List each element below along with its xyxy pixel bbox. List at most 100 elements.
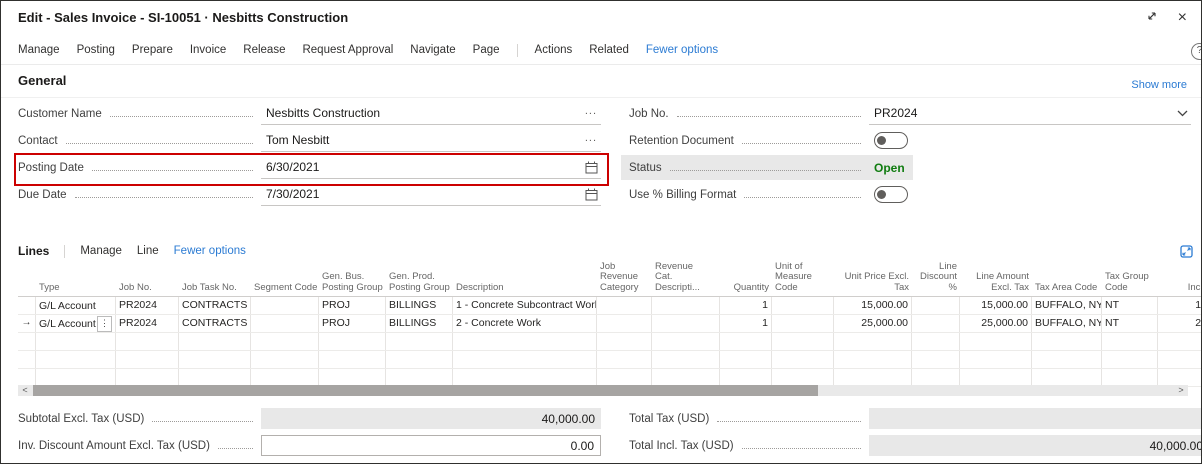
table-cell[interactable]: 1 xyxy=(720,315,772,332)
show-more-link[interactable]: Show more xyxy=(1131,79,1187,91)
table-cell[interactable]: G/L Account⋮ xyxy=(36,315,116,332)
table-cell[interactable] xyxy=(386,351,453,368)
table-cell[interactable] xyxy=(1032,369,1102,386)
total-inv-discount-amount-excl-tax-usd[interactable]: 0.00 xyxy=(261,435,601,456)
table-cell[interactable] xyxy=(912,351,960,368)
table-cell[interactable] xyxy=(720,351,772,368)
table-cell[interactable]: PR2024 xyxy=(116,297,179,314)
table-cell[interactable]: PROJ xyxy=(319,315,386,332)
column-header-tax-area-code[interactable]: Tax Area Code xyxy=(1032,261,1102,296)
menu-item-page[interactable]: Page xyxy=(473,44,500,56)
table-cell[interactable] xyxy=(834,333,912,350)
table-cell[interactable] xyxy=(1102,369,1158,386)
table-cell[interactable]: 15,000.00 xyxy=(960,297,1032,314)
table-cell[interactable] xyxy=(386,333,453,350)
chevron-down-icon[interactable] xyxy=(1177,110,1191,117)
column-header-tax-group-code[interactable]: Tax GroupCode xyxy=(1102,261,1158,296)
lines-menu-item-line[interactable]: Line xyxy=(137,245,159,257)
table-cell[interactable]: 25,000.00 xyxy=(960,315,1032,332)
table-cell[interactable] xyxy=(1032,333,1102,350)
horizontal-scrollbar[interactable]: < > xyxy=(18,385,1188,396)
table-cell[interactable] xyxy=(116,351,179,368)
calendar-icon[interactable] xyxy=(585,188,601,201)
table-cell[interactable]: PR2024 xyxy=(116,315,179,332)
table-cell[interactable] xyxy=(319,369,386,386)
column-header-quantity[interactable]: Quantity xyxy=(720,261,772,296)
table-cell[interactable]: BUFFALO, NY xyxy=(1032,297,1102,314)
scrollbar-thumb[interactable] xyxy=(33,385,818,396)
table-cell[interactable] xyxy=(834,351,912,368)
table-cell[interactable] xyxy=(652,315,720,332)
field-job-no[interactable]: PR2024 xyxy=(869,102,1191,125)
lines-menu-item-manage[interactable]: Manage xyxy=(80,245,122,257)
table-cell[interactable] xyxy=(834,369,912,386)
table-cell[interactable]: CONTRACTS xyxy=(179,297,251,314)
table-cell[interactable]: NT xyxy=(1102,297,1158,314)
menu-item-actions[interactable]: Actions xyxy=(535,44,573,56)
table-cell[interactable] xyxy=(251,369,319,386)
table-cell[interactable] xyxy=(960,351,1032,368)
menu-item-request-approval[interactable]: Request Approval xyxy=(302,44,393,56)
table-cell[interactable] xyxy=(912,369,960,386)
lines-fewer-options[interactable]: Fewer options xyxy=(174,245,246,257)
table-cell[interactable]: 15,000.00 xyxy=(834,297,912,314)
menu-item-release[interactable]: Release xyxy=(243,44,285,56)
menu-item-fewer-options[interactable]: Fewer options xyxy=(646,44,718,56)
table-cell[interactable] xyxy=(1102,333,1158,350)
field-retention-document[interactable] xyxy=(869,129,1191,152)
table-cell[interactable] xyxy=(1158,369,1201,386)
table-cell[interactable]: 1 xyxy=(720,297,772,314)
table-cell[interactable] xyxy=(251,297,319,314)
column-header-gen-bus-posting-group[interactable]: Gen. Bus.Posting Group xyxy=(319,261,386,296)
menu-item-posting[interactable]: Posting xyxy=(77,44,115,56)
table-cell[interactable] xyxy=(453,351,597,368)
column-header-job-revenue-category[interactable]: JobRevenueCategory xyxy=(597,261,652,296)
table-cell[interactable]: 15,000.00 xyxy=(1158,297,1201,314)
table-cell[interactable] xyxy=(1158,333,1201,350)
table-cell[interactable]: 2 - Concrete Work xyxy=(453,315,597,332)
table-cell[interactable]: 1 - Concrete Subcontract Work xyxy=(453,297,597,314)
column-header-description[interactable]: Description xyxy=(453,261,597,296)
table-cell[interactable]: 25,000.00 xyxy=(834,315,912,332)
focus-mode-icon[interactable] xyxy=(1180,245,1193,258)
table-cell[interactable] xyxy=(912,297,960,314)
menu-item-navigate[interactable]: Navigate xyxy=(410,44,455,56)
help-icon[interactable]: ? xyxy=(1191,43,1202,60)
table-cell[interactable] xyxy=(179,351,251,368)
table-cell[interactable] xyxy=(1032,351,1102,368)
table-cell[interactable] xyxy=(116,369,179,386)
column-header-line-discount[interactable]: LineDiscount% xyxy=(912,261,960,296)
table-cell[interactable] xyxy=(652,333,720,350)
table-cell[interactable] xyxy=(772,351,834,368)
table-cell[interactable] xyxy=(597,369,652,386)
table-cell[interactable] xyxy=(652,297,720,314)
table-cell[interactable] xyxy=(597,297,652,314)
close-icon[interactable]: × xyxy=(1178,12,1187,24)
table-cell[interactable] xyxy=(652,351,720,368)
column-header-unit-price-excl-tax[interactable]: Unit Price Excl.Tax xyxy=(834,261,912,296)
table-cell[interactable] xyxy=(179,333,251,350)
table-cell[interactable] xyxy=(652,369,720,386)
assist-edit-icon[interactable]: ... xyxy=(585,105,601,122)
menu-item-invoice[interactable]: Invoice xyxy=(190,44,226,56)
column-header-revenue-cat-descripti[interactable]: RevenueCat.Descripti... xyxy=(652,261,720,296)
field-use-billing-format[interactable] xyxy=(869,183,1191,206)
table-cell[interactable] xyxy=(720,333,772,350)
table-cell[interactable] xyxy=(597,315,652,332)
table-cell[interactable]: 25,000.00 xyxy=(1158,315,1201,332)
table-cell[interactable] xyxy=(720,369,772,386)
toggle-off[interactable] xyxy=(874,132,908,149)
field-contact[interactable]: Tom Nesbitt... xyxy=(261,129,601,152)
table-cell[interactable]: G/L Account xyxy=(36,297,116,314)
table-cell[interactable] xyxy=(772,333,834,350)
toggle-off[interactable] xyxy=(874,186,908,203)
column-header-unit-of-measure-code[interactable]: Unit ofMeasureCode xyxy=(772,261,834,296)
column-header-type[interactable]: Type xyxy=(36,261,116,296)
table-cell[interactable] xyxy=(319,351,386,368)
table-cell[interactable] xyxy=(772,297,834,314)
table-cell[interactable] xyxy=(251,315,319,332)
table-cell[interactable] xyxy=(36,369,116,386)
column-header-gen-prod-posting-group[interactable]: Gen. Prod.Posting Group xyxy=(386,261,453,296)
table-cell[interactable] xyxy=(36,333,116,350)
scroll-right-icon[interactable]: > xyxy=(1174,385,1188,396)
